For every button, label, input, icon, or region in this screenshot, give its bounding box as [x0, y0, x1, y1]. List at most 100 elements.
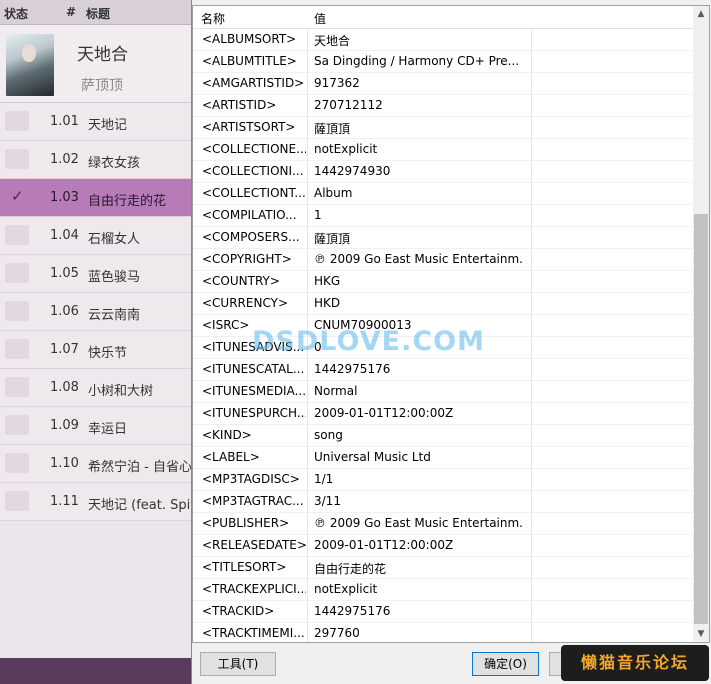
tag-row[interactable]: <COPYRIGHT> ℗ 2009 Go East Music Entertai… — [193, 249, 693, 271]
track-title: 幸运日 — [88, 422, 128, 437]
tag-name: <TRACKTIMEMI... — [202, 626, 305, 640]
tag-row[interactable]: <ITUNESPURCH... 2009-01-01T12:00:00Z — [193, 403, 693, 425]
tag-name: <COLLECTIONI... — [202, 164, 304, 178]
track-number: 1.06 — [50, 304, 79, 319]
tag-name: <COPYRIGHT> — [202, 252, 292, 266]
track-row[interactable]: 1.08 小树和大树 — [0, 369, 191, 407]
tag-name: <COLLECTIONT... — [202, 186, 306, 200]
track-title: 自由行走的花 — [88, 194, 167, 209]
track-status[interactable] — [5, 111, 29, 131]
tag-row[interactable]: <PUBLISHER> ℗ 2009 Go East Music Entertai… — [193, 513, 693, 535]
header-name[interactable]: 名称 — [201, 10, 225, 27]
tag-name: <TRACKEXPLICI... — [202, 582, 306, 596]
checkmark-icon[interactable] — [5, 187, 29, 207]
vertical-scrollbar[interactable]: ▲ ▼ — [693, 6, 709, 642]
header-value[interactable]: 值 — [314, 10, 326, 27]
tag-row[interactable]: <ALBUMSORT> 天地合 — [193, 29, 693, 51]
chevron-up-icon[interactable]: ▲ — [693, 6, 709, 22]
tag-row[interactable]: <ITUNESMEDIA... Normal — [193, 381, 693, 403]
tag-value: HKD — [314, 296, 341, 310]
tag-value: Album — [314, 186, 353, 200]
tag-value: 1442974930 — [314, 164, 391, 178]
tag-row[interactable]: <LABEL> Universal Music Ltd — [193, 447, 693, 469]
track-title: 云云南南 — [88, 308, 141, 323]
track-row[interactable]: 1.01 天地记 — [0, 103, 191, 141]
column-title[interactable]: 标题 — [86, 5, 110, 22]
track-title: 绿衣女孩 — [88, 156, 141, 171]
track-row[interactable]: 1.07 快乐节 — [0, 331, 191, 369]
tag-row[interactable]: <TITLESORT> 自由行走的花 — [193, 557, 693, 579]
track-status[interactable] — [5, 263, 29, 283]
track-row[interactable]: 1.02 绿衣女孩 — [0, 141, 191, 179]
track-title: 希然宁泊 - 自省心 — [88, 460, 191, 475]
tag-name: <RELEASEDATE> — [202, 538, 306, 552]
track-row[interactable]: 1.11 天地记 (feat. Spit — [0, 483, 191, 521]
tag-name: <CURRENCY> — [202, 296, 289, 310]
tag-row[interactable]: <COLLECTIONT... Album — [193, 183, 693, 205]
tag-row[interactable]: <COLLECTIONE... notExplicit — [193, 139, 693, 161]
column-number[interactable]: # — [66, 5, 76, 19]
chevron-down-icon[interactable]: ▼ — [693, 626, 709, 642]
tag-row[interactable]: <TRACKTIMEMI... 297760 — [193, 623, 693, 642]
tag-row[interactable]: <COUNTRY> HKG — [193, 271, 693, 293]
tag-value: notExplicit — [314, 582, 378, 596]
track-status[interactable] — [5, 491, 29, 511]
album-title: 天地合 — [77, 45, 128, 65]
tag-value: 297760 — [314, 626, 360, 640]
tag-name: <TRACKID> — [202, 604, 275, 618]
ok-button[interactable]: 确定(O) — [472, 652, 539, 676]
tag-row[interactable]: <ARTISTSORT> 薩頂頂 — [193, 117, 693, 139]
track-status[interactable] — [5, 225, 29, 245]
tag-row[interactable]: <COMPOSERS... 薩頂頂 — [193, 227, 693, 249]
tag-name: <COLLECTIONE... — [202, 142, 306, 156]
column-status[interactable]: 状态 — [4, 5, 28, 22]
tag-row[interactable]: <ITUNESCATAL... 1442975176 — [193, 359, 693, 381]
track-row[interactable]: 1.10 希然宁泊 - 自省心 — [0, 445, 191, 483]
album-artist: 萨顶顶 — [81, 78, 123, 94]
track-number: 1.09 — [50, 418, 79, 433]
tag-value: 薩頂頂 — [314, 122, 351, 136]
tag-row[interactable]: <MP3TAGTRAC... 3/11 — [193, 491, 693, 513]
track-status[interactable] — [5, 339, 29, 359]
tag-value: ℗ 2009 Go East Music Entertainm... — [314, 516, 524, 530]
track-status[interactable] — [5, 149, 29, 169]
tag-value: Sa Dingding / Harmony CD+ Pre... — [314, 54, 520, 68]
tag-name: <COMPOSERS... — [202, 230, 300, 244]
track-title: 天地记 — [88, 118, 128, 133]
tag-name: <KIND> — [202, 428, 252, 442]
tag-row[interactable]: <AMGARTISTID> 917362 — [193, 73, 693, 95]
tag-row[interactable]: <TRACKID> 1442975176 — [193, 601, 693, 623]
tag-name: <ALBUMSORT> — [202, 32, 297, 46]
tag-value: notExplicit — [314, 142, 378, 156]
tag-value: 1442975176 — [314, 604, 391, 618]
track-row[interactable]: 1.09 幸运日 — [0, 407, 191, 445]
track-status[interactable] — [5, 453, 29, 473]
tag-row[interactable]: <ARTISTID> 270712112 — [193, 95, 693, 117]
tag-row[interactable]: <TRACKEXPLICI... notExplicit — [193, 579, 693, 601]
tag-name: <TITLESORT> — [202, 560, 287, 574]
track-row[interactable]: 1.04 石榴女人 — [0, 217, 191, 255]
track-row[interactable]: 1.06 云云南南 — [0, 293, 191, 331]
track-row[interactable]: 1.03 自由行走的花 — [0, 179, 191, 217]
tag-row[interactable]: <KIND> song — [193, 425, 693, 447]
tag-row[interactable]: <MP3TAGDISC> 1/1 — [193, 469, 693, 491]
scrollbar-thumb[interactable] — [694, 214, 708, 624]
track-row[interactable]: 1.05 蓝色骏马 — [0, 255, 191, 293]
tag-name: <ARTISTSORT> — [202, 120, 296, 134]
tag-value: 1442975176 — [314, 362, 391, 376]
track-number: 1.07 — [50, 342, 79, 357]
track-title: 小树和大树 — [88, 384, 154, 399]
tag-row[interactable]: <ALBUMTITLE> Sa Dingding / Harmony CD+ Pr… — [193, 51, 693, 73]
track-title: 蓝色骏马 — [88, 270, 141, 285]
tag-row[interactable]: <COLLECTIONI... 1442974930 — [193, 161, 693, 183]
tag-name: <ALBUMTITLE> — [202, 54, 297, 68]
track-status[interactable] — [5, 377, 29, 397]
tag-row[interactable]: <COMPILATIO... 1 — [193, 205, 693, 227]
track-status[interactable] — [5, 415, 29, 435]
tag-row[interactable]: <CURRENCY> HKD — [193, 293, 693, 315]
tag-value: song — [314, 428, 343, 442]
tag-row[interactable]: <RELEASEDATE> 2009-01-01T12:00:00Z — [193, 535, 693, 557]
tag-name: <AMGARTISTID> — [202, 76, 305, 90]
track-status[interactable] — [5, 301, 29, 321]
tools-button[interactable]: 工具(T) — [200, 652, 276, 676]
